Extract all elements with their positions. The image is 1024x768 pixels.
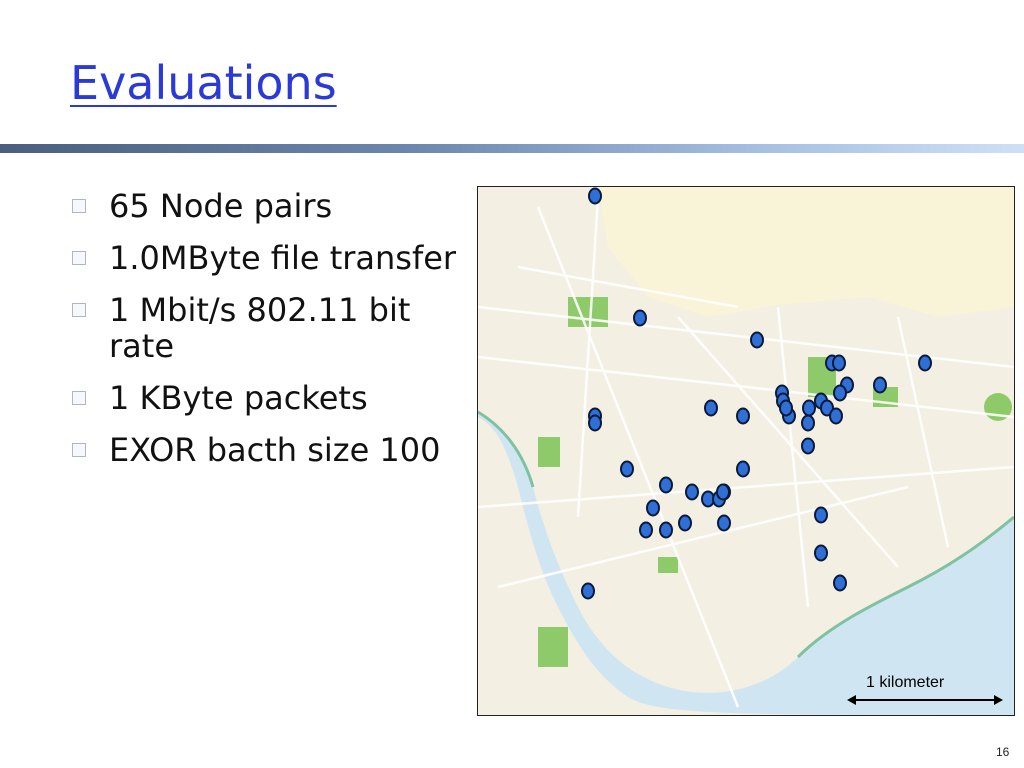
node-marker — [659, 476, 673, 494]
node-marker — [588, 187, 602, 205]
node-marker — [620, 460, 634, 478]
node-marker — [736, 460, 750, 478]
bullet-marker-icon — [72, 199, 86, 213]
bullet-text: 65 Node pairs — [109, 187, 333, 225]
node-marker — [716, 483, 730, 501]
park — [538, 627, 568, 667]
bullet-marker-icon — [72, 251, 86, 265]
scale-bar-arrow-right — [994, 695, 1003, 705]
slide-title: Evaluations — [70, 56, 337, 110]
node-marker — [801, 414, 815, 432]
node-marker — [704, 399, 718, 417]
bullet-text: EXOR bacth size 100 — [109, 431, 441, 469]
node-marker — [633, 309, 647, 327]
node-marker — [639, 521, 653, 539]
bullet-text: 1.0MByte file transfer — [109, 239, 457, 277]
park — [658, 557, 678, 573]
bullet-item: 65 Node pairs — [72, 188, 472, 224]
city-map — [477, 186, 1015, 716]
node-marker — [833, 574, 847, 592]
node-marker — [685, 483, 699, 501]
bullet-list: 65 Node pairs 1.0MByte file transfer 1 M… — [72, 188, 472, 484]
bullet-text: 1 KByte packets — [109, 379, 368, 417]
map-canvas — [478, 187, 1014, 715]
node-marker — [814, 506, 828, 524]
node-marker — [829, 407, 843, 425]
node-marker — [588, 414, 602, 432]
bullet-item: EXOR bacth size 100 — [72, 432, 472, 468]
node-marker — [918, 354, 932, 372]
park — [538, 437, 560, 467]
node-marker — [581, 582, 595, 600]
bullet-marker-icon — [72, 303, 86, 317]
node-marker — [779, 399, 793, 417]
scale-label: 1 kilometer — [866, 674, 945, 691]
node-marker — [717, 514, 731, 532]
title-rule — [0, 144, 1024, 153]
node-marker — [750, 331, 764, 349]
node-marker — [802, 399, 816, 417]
park — [568, 297, 608, 327]
node-marker — [659, 521, 673, 539]
node-marker — [832, 354, 846, 372]
bullet-item: 1.0MByte file transfer — [72, 240, 472, 276]
bullet-text: 1 Mbit/s 802.11 bit rate — [109, 291, 411, 365]
node-marker — [646, 499, 660, 517]
scale-bar-arrow-left — [847, 695, 856, 705]
node-marker — [678, 514, 692, 532]
map-upper-region — [598, 187, 1014, 317]
page-number: 16 — [996, 745, 1010, 759]
node-marker — [801, 437, 815, 455]
bullet-item: 1 KByte packets — [72, 380, 472, 416]
bullet-marker-icon — [72, 391, 86, 405]
node-marker — [833, 384, 847, 402]
node-marker — [736, 407, 750, 425]
bullet-marker-icon — [72, 443, 86, 457]
bullet-item: 1 Mbit/s 802.11 bit rate — [72, 292, 472, 364]
scale-bar-icon — [847, 695, 1003, 705]
node-marker — [814, 544, 828, 562]
node-marker — [873, 376, 887, 394]
